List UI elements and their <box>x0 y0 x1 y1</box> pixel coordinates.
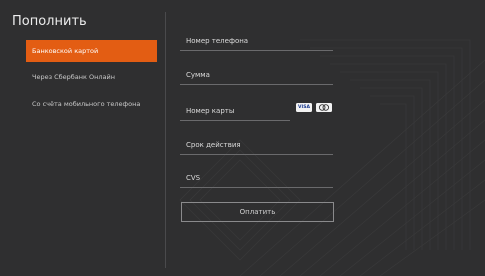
amount-label: Сумма <box>186 71 210 79</box>
pay-button[interactable]: Оплатить <box>181 202 334 222</box>
mastercard-icon <box>316 103 332 112</box>
card-number-label: Номер карты <box>186 107 235 115</box>
column-divider <box>165 12 166 268</box>
cvs-field[interactable]: CVS <box>180 173 333 188</box>
expiry-field[interactable]: Срок действия <box>180 140 333 155</box>
phone-label: Номер телефона <box>186 37 249 45</box>
phone-field[interactable]: Номер телефона <box>180 36 333 51</box>
visa-icon: VISA <box>296 103 312 112</box>
card-number-field[interactable]: Номер карты <box>180 106 290 121</box>
menu-item-sberbank-online[interactable]: Через Сбербанк Онлайн <box>26 66 157 88</box>
amount-field[interactable]: Сумма <box>180 70 333 85</box>
cvs-label: CVS <box>186 174 201 182</box>
page-title: Пополнить <box>12 14 87 29</box>
expiry-label: Срок действия <box>186 141 241 149</box>
menu-item-bank-card[interactable]: Банковской картой <box>26 40 157 62</box>
menu-item-mobile-account[interactable]: Со счёта мобильного телефона <box>26 93 157 115</box>
